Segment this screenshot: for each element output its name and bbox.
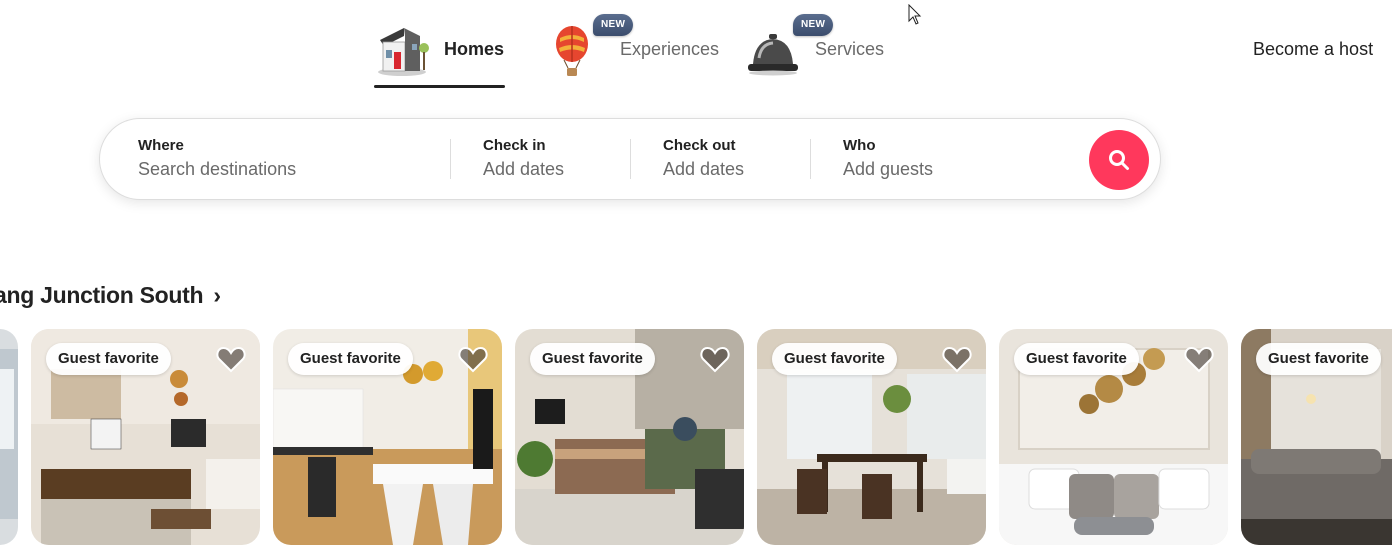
new-badge-experiences: NEW — [593, 14, 634, 36]
page: Homes NEW Experiences NEW Services Becom… — [0, 0, 1392, 556]
mouse-cursor-icon — [908, 4, 922, 25]
guest-favorite-badge: Guest favorite — [1014, 343, 1139, 375]
heart-icon[interactable] — [216, 345, 246, 373]
house-icon — [374, 22, 430, 78]
active-tab-underline — [374, 85, 505, 88]
search-button[interactable] — [1089, 130, 1149, 190]
check-in-label: Check in — [483, 137, 546, 154]
new-badge-services: NEW — [793, 14, 834, 36]
divider — [630, 139, 631, 179]
tab-services-label: Services — [815, 39, 885, 59]
tab-experiences-label: Experiences — [620, 39, 720, 59]
tab-services[interactable]: NEW Services — [745, 14, 885, 88]
guest-favorite-badge: Guest favorite — [46, 343, 171, 375]
where-label: Where — [138, 137, 184, 154]
where-placeholder: Search destinations — [138, 159, 297, 179]
listing-card[interactable]: Guest favorite — [999, 329, 1228, 545]
chevron-right-icon: › — [213, 282, 221, 308]
who-label: Who — [843, 137, 876, 154]
check-out-placeholder: Add dates — [663, 159, 745, 179]
magnifier-icon — [1109, 150, 1129, 170]
check-out-label: Check out — [663, 137, 736, 154]
check-out-field[interactable]: Check out Add dates — [663, 119, 803, 199]
heart-icon[interactable] — [700, 345, 730, 373]
where-field[interactable]: Where Search destinations — [138, 119, 448, 199]
listing-photo — [0, 329, 18, 545]
tab-experiences[interactable]: NEW Experiences — [550, 14, 719, 88]
tab-homes-label: Homes — [444, 39, 505, 59]
check-in-placeholder: Add dates — [483, 159, 565, 179]
divider — [810, 139, 811, 179]
section-title-text: ang Junction South — [0, 282, 204, 308]
listing-card[interactable]: Guest favorite — [273, 329, 502, 545]
listing-card-partial[interactable] — [0, 329, 18, 545]
check-in-field[interactable]: Check in Add dates — [483, 119, 623, 199]
become-a-host-link[interactable]: Become a host — [1253, 39, 1373, 60]
guest-favorite-badge: Guest favorite — [530, 343, 655, 375]
search-bar: Where Search destinations Check in Add d… — [99, 118, 1161, 200]
listing-card[interactable]: Guest favorite — [1241, 329, 1392, 545]
tab-homes[interactable]: Homes — [374, 22, 505, 88]
listing-card[interactable]: Guest favorite — [757, 329, 986, 545]
heart-icon[interactable] — [458, 345, 488, 373]
guest-favorite-badge: Guest favorite — [288, 343, 413, 375]
guest-favorite-badge: Guest favorite — [772, 343, 897, 375]
listing-card[interactable]: Guest favorite — [515, 329, 744, 545]
who-placeholder: Add guests — [843, 159, 934, 179]
listing-card[interactable]: Guest favorite — [31, 329, 260, 545]
heart-icon[interactable] — [1184, 345, 1214, 373]
heart-icon[interactable] — [942, 345, 972, 373]
section-title[interactable]: ang Junction South › — [0, 282, 221, 309]
top-navigation: Homes NEW Experiences NEW Services Becom… — [0, 0, 1392, 100]
divider — [450, 139, 451, 179]
who-field[interactable]: Who Add guests — [843, 119, 1063, 199]
guest-favorite-badge: Guest favorite — [1256, 343, 1381, 375]
